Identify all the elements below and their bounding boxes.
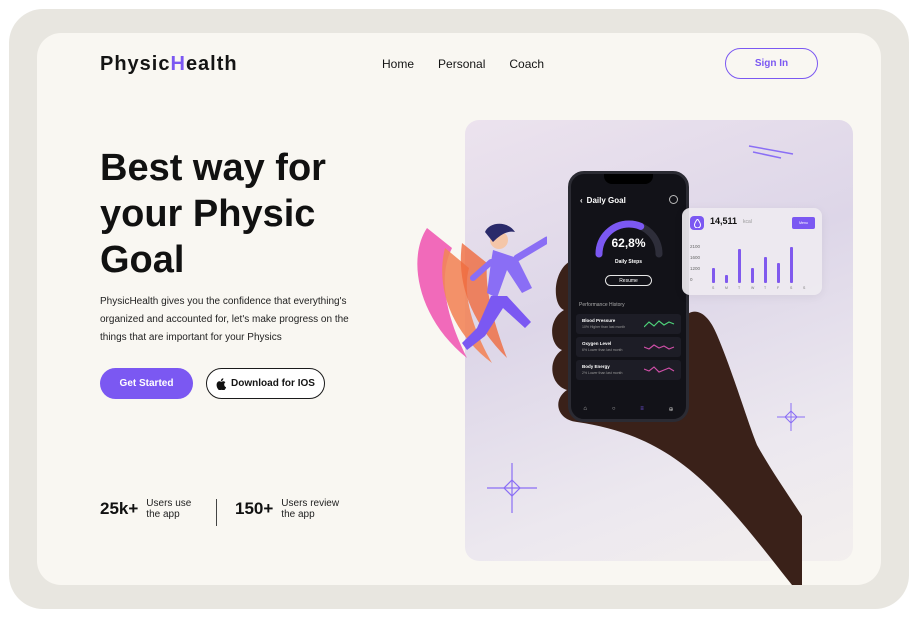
metric-sub: 10% Higher than last month xyxy=(582,325,626,329)
calorie-value: 14,511 xyxy=(710,216,738,226)
calorie-y-label: 1200 xyxy=(690,266,701,271)
sparkle-icon xyxy=(487,463,537,513)
oxygen-sparkline xyxy=(644,344,675,350)
download-ios-label: Download for IOS xyxy=(231,378,315,389)
sparkle-icon xyxy=(777,403,805,431)
calorie-bar xyxy=(738,249,741,283)
phone-title: Daily Goal xyxy=(586,196,626,205)
settings-icon[interactable]: ⊕ xyxy=(669,406,674,413)
phone-notch xyxy=(604,174,653,184)
chat-icon[interactable]: ○ xyxy=(612,406,616,413)
stat-users-use-label: Users use the app xyxy=(146,498,191,520)
calorie-menu-button[interactable]: Menu xyxy=(792,217,815,229)
calorie-x-label: S xyxy=(803,286,806,290)
daily-steps-label: Daily Steps xyxy=(615,259,642,265)
calorie-bar xyxy=(764,256,767,283)
stat-users-use: 25k+ Users use the app xyxy=(100,498,191,520)
metric-name: Body Energy xyxy=(582,364,610,369)
calorie-y-label: 0 xyxy=(690,277,693,282)
stat-users-review-label: Users review the app xyxy=(281,498,339,520)
calorie-bar xyxy=(712,268,715,283)
download-ios-button[interactable]: Download for IOS xyxy=(206,368,325,399)
hero-description: PhysicHealth gives you the confidence th… xyxy=(100,296,349,343)
nav-item-home[interactable]: Home xyxy=(382,57,414,71)
sign-in-button[interactable]: Sign In xyxy=(725,48,818,79)
stat-label-line: the app xyxy=(146,509,180,520)
metric-blood-pressure[interactable]: Blood Pressure 10% Higher than last mont… xyxy=(576,314,681,334)
apple-icon xyxy=(216,377,227,390)
calorie-y-label: 2100 xyxy=(690,244,701,249)
stat-label-line: the app xyxy=(281,509,315,520)
brand-logo[interactable]: PhysicHealth xyxy=(100,53,238,76)
back-icon[interactable]: ‹ xyxy=(580,196,583,205)
stat-users-review: 150+ Users review the app xyxy=(235,498,339,520)
decorative-strokes xyxy=(748,145,794,159)
hero-heading: Best way for your Physic Goal xyxy=(100,147,326,281)
calorie-bar xyxy=(790,247,793,283)
stat-divider xyxy=(216,499,217,526)
nav-item-coach[interactable]: Coach xyxy=(509,57,544,71)
stat-label-line: Users review xyxy=(281,498,340,509)
performance-history-label: Performance History xyxy=(579,302,625,308)
phone-tabbar: ⌂ ○ ≡ ⊕ xyxy=(571,406,686,413)
landing-card: PhysicHealth Home Personal Coach Sign In… xyxy=(37,33,881,585)
phone-header: ‹ Daily Goal xyxy=(580,196,626,205)
stat-label-line: Users use xyxy=(146,498,192,509)
calorie-bar xyxy=(725,275,728,283)
water-drop-icon xyxy=(690,216,704,230)
brand-suffix: ealth xyxy=(185,53,238,75)
home-icon[interactable]: ⌂ xyxy=(583,406,587,413)
metric-name: Blood Pressure xyxy=(582,318,616,323)
calorie-x-label: M xyxy=(725,286,728,290)
calorie-x-label: W xyxy=(751,286,755,290)
metric-body-energy[interactable]: Body Energy 2% Lower than last month xyxy=(576,360,681,380)
body-energy-sparkline xyxy=(644,366,675,373)
goal-progress-arc xyxy=(595,220,663,258)
main-nav: Home Personal Coach xyxy=(382,57,544,71)
stat-users-review-value: 150+ xyxy=(235,499,274,518)
calorie-bar xyxy=(777,262,780,283)
metric-sub: 6% Lower than last month xyxy=(582,348,623,352)
blood-pressure-sparkline xyxy=(644,320,675,328)
metric-name: Oxygen Level xyxy=(582,341,612,346)
calorie-x-label: T xyxy=(738,286,741,290)
nav-item-personal[interactable]: Personal xyxy=(438,57,485,71)
calorie-x-label: S xyxy=(712,286,715,290)
goal-percent: 62,8% xyxy=(611,236,646,250)
calorie-y-label: 1600 xyxy=(690,255,701,260)
metric-sub: 2% Lower than last month xyxy=(582,371,623,375)
metric-oxygen-level[interactable]: Oxygen Level 6% Lower than last month xyxy=(576,337,681,357)
brand-accent-letter: H xyxy=(170,53,186,75)
phone-mockup: ‹ Daily Goal 62,8% Daily Steps Resume Pe… xyxy=(568,171,689,422)
calorie-card: 14,511 kcal Menu 2100 1600 1200 0 S M T W T F… xyxy=(682,208,822,295)
calorie-bar xyxy=(751,268,754,283)
brand-prefix: Physic xyxy=(100,53,171,75)
runner-illustration xyxy=(417,223,547,363)
calorie-x-label: S xyxy=(790,286,793,290)
phone-settings-icon[interactable] xyxy=(669,195,678,204)
get-started-button[interactable]: Get Started xyxy=(100,368,193,399)
list-icon[interactable]: ≡ xyxy=(640,406,644,413)
stat-users-use-value: 25k+ xyxy=(100,499,139,518)
calorie-unit: kcal xyxy=(743,219,752,225)
calorie-x-label: F xyxy=(777,286,780,290)
resume-button[interactable]: Resume xyxy=(605,275,652,286)
calorie-x-label: T xyxy=(764,286,767,290)
